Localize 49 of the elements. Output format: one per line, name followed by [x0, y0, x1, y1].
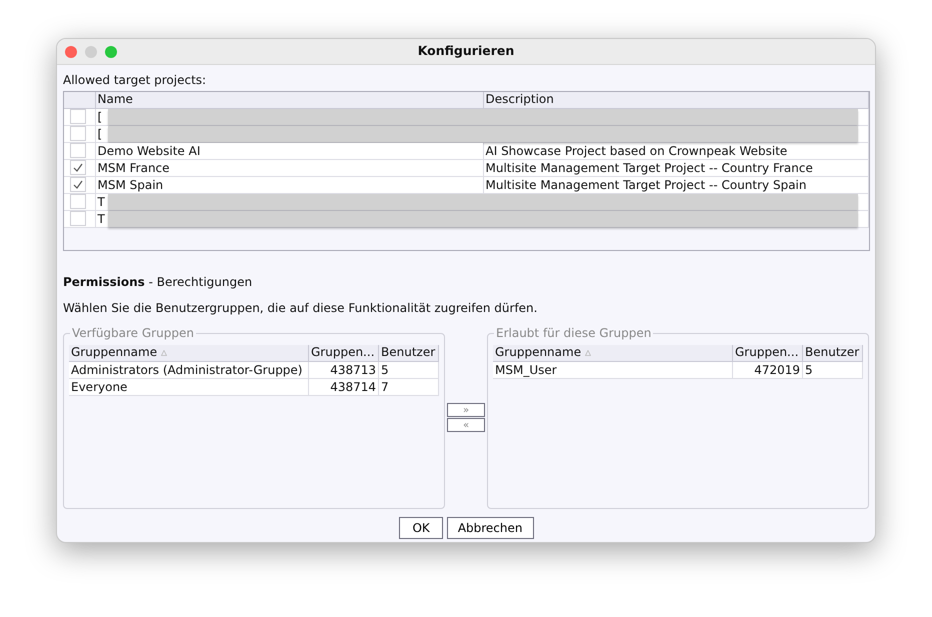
window-title: Konfigurieren: [418, 43, 514, 58]
column-header[interactable]: Gruppenname: [69, 345, 308, 361]
column-header[interactable]: Benutzer: [802, 345, 862, 361]
table-cell: 5: [381, 362, 389, 376]
table-cell: 472019: [754, 362, 800, 376]
permissions-heading: Permissions - Berechtigungen: [63, 275, 252, 289]
section-label: Allowed target projects:: [63, 73, 206, 87]
table-cell: 438714: [330, 380, 376, 394]
table-cell: 438713: [330, 362, 376, 376]
table-cell: AI Showcase Project based on Crownpeak Website: [486, 144, 788, 158]
column-header[interactable]: Name: [95, 92, 483, 108]
table-cell: 5: [805, 362, 813, 376]
column-header[interactable]: Gruppenname: [493, 345, 732, 361]
panel-title: Erlaubt für diese Gruppen: [494, 326, 654, 340]
table-cell: MSM_User: [495, 362, 557, 376]
sort-icon: [160, 350, 167, 356]
ok-button[interactable]: OK: [399, 517, 443, 539]
table-cell: [: [98, 126, 102, 140]
checkbox[interactable]: [70, 126, 86, 141]
table-cell: T: [98, 194, 105, 208]
checkbox[interactable]: [70, 211, 86, 226]
table-cell: Multisite Management Target Project -- Country France: [486, 160, 813, 174]
minimize-button[interactable]: [85, 46, 97, 58]
remove-button[interactable]: «: [447, 418, 485, 432]
table-cell: 7: [381, 380, 389, 394]
checkbox[interactable]: [70, 177, 86, 192]
cancel-button[interactable]: Abbrechen: [446, 517, 534, 539]
table-cell: MSM Spain: [98, 178, 164, 192]
add-button[interactable]: »: [447, 403, 485, 417]
checkbox[interactable]: [70, 143, 86, 158]
zoom-button[interactable]: [105, 46, 117, 58]
checkbox[interactable]: [70, 109, 86, 124]
table-cell: T: [98, 212, 105, 226]
hint-text: Wählen Sie die Benutzergruppen, die auf diese Funktionalität zugreifen dürfen.: [63, 301, 538, 315]
sort-icon: [584, 350, 591, 356]
checkbox[interactable]: [70, 194, 86, 209]
panel-title: Verfügbare Gruppen: [70, 326, 196, 340]
table-cell: Everyone: [71, 380, 128, 394]
column-header[interactable]: Gruppen...: [732, 345, 802, 361]
table-cell: [: [98, 110, 102, 124]
column-header[interactable]: Benutzer: [378, 345, 438, 361]
table-cell: MSM France: [98, 160, 170, 174]
table-cell: Administrators (Administrator-Gruppe): [71, 362, 302, 376]
column-header[interactable]: Description: [483, 92, 868, 108]
checkbox[interactable]: [70, 160, 86, 175]
close-button[interactable]: [65, 46, 77, 58]
table-cell: Multisite Management Target Project -- Country Spain: [486, 178, 806, 192]
column-header[interactable]: Gruppen...: [308, 345, 378, 361]
table-cell: Demo Website AI: [98, 144, 200, 158]
